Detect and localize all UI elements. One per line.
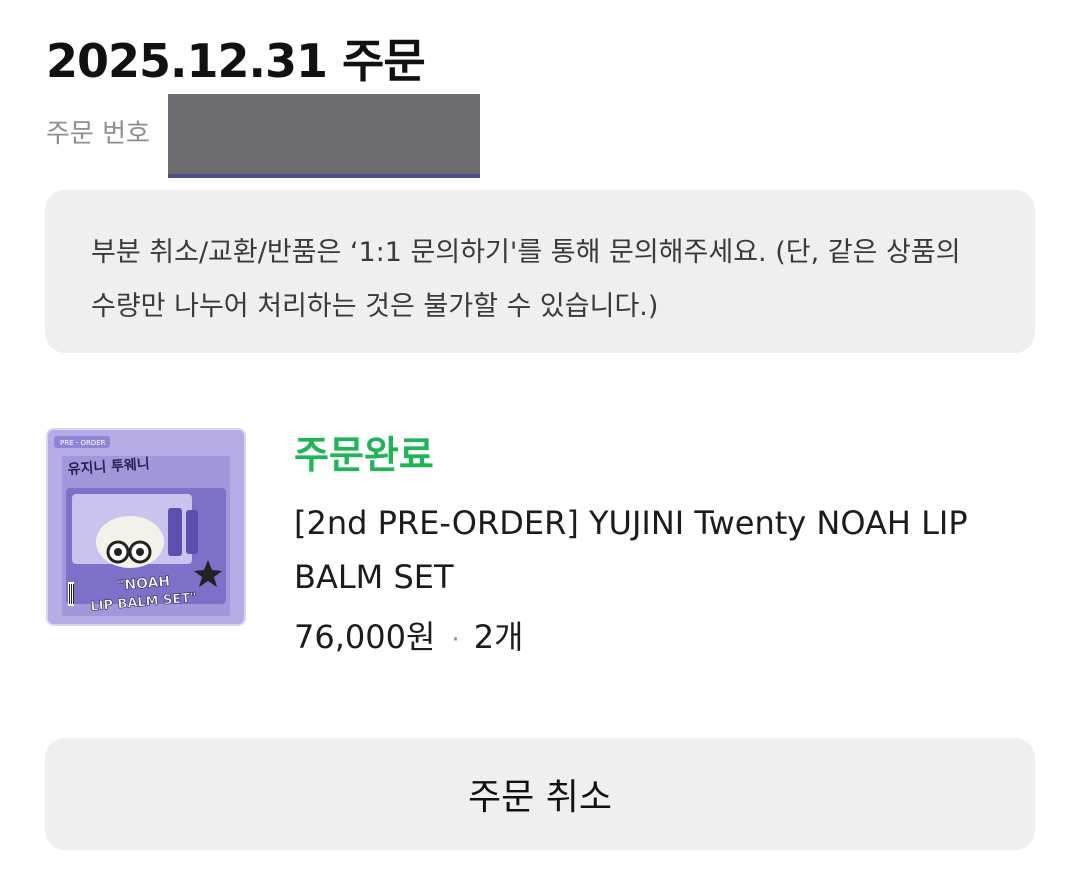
price-quantity-row: 76,000원 · 2개	[294, 614, 524, 663]
product-name[interactable]: [2nd PRE-ORDER] YUJINI Twenty NOAH LIP B…	[294, 496, 1034, 604]
order-number-label: 주문 번호	[46, 119, 150, 149]
redacted-order-number	[168, 94, 480, 178]
lip-balm-set-image: PRE - ORDER 유지니 투웨니 "NOAH LIP BALM SET"	[48, 430, 244, 624]
order-detail-page: 2025.12.31 주문 주문 번호 부분 취소/교환/반품은 ‘1:1 문의…	[0, 0, 1080, 895]
order-date-title: 2025.12.31 주문	[46, 34, 426, 88]
product-quantity: 2개	[473, 618, 524, 656]
product-price: 76,000원	[294, 618, 436, 656]
product-thumbnail[interactable]: PRE - ORDER 유지니 투웨니 "NOAH LIP BALM SET"	[46, 428, 246, 626]
separator-dot: ·	[451, 625, 460, 655]
notice-text: 부분 취소/교환/반품은 ‘1:1 문의하기'를 통해 문의해주세요. (단, …	[91, 237, 961, 322]
thumbnail-badge: PRE - ORDER	[60, 439, 106, 447]
cancel-order-button[interactable]: 주문 취소	[45, 738, 1035, 850]
partial-cancel-notice: 부분 취소/교환/반품은 ‘1:1 문의하기'를 통해 문의해주세요. (단, …	[45, 190, 1035, 353]
order-number-row: 주문 번호	[46, 94, 486, 178]
order-product-item[interactable]: PRE - ORDER 유지니 투웨니 "NOAH LIP BALM SET"	[46, 428, 1036, 668]
order-status-badge: 주문완료	[294, 433, 434, 477]
